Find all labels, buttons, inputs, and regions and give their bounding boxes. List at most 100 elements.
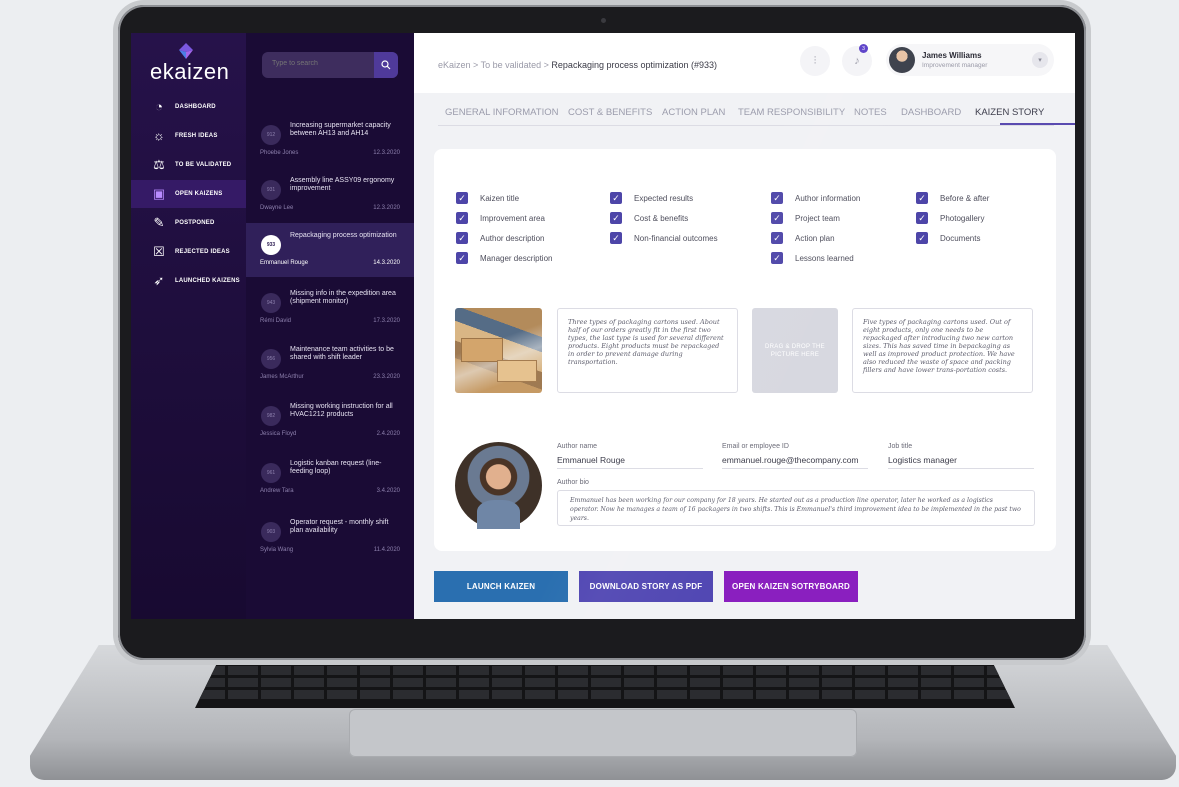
checkbox-checked-icon: ✓: [456, 252, 468, 264]
scales-icon: ⚖: [153, 157, 165, 172]
idea-list-item[interactable]: 903 Operator request - monthly shift pla…: [246, 510, 414, 564]
tab-general-information[interactable]: GENERAL INFORMATION: [445, 107, 558, 118]
chevron-down-icon[interactable]: ▾: [1032, 52, 1048, 68]
breadcrumb-path[interactable]: eKaizen > To be validated >: [438, 60, 551, 70]
nav-label: POSTPONED: [175, 220, 215, 226]
picture-dropzone[interactable]: DRAG & DROP THE PICTURE HERE: [752, 308, 838, 393]
tab-cost-benefits[interactable]: COST & BENEFITS: [568, 107, 652, 118]
idea-list-item[interactable]: 956 Maintenance team activities to be sh…: [246, 337, 414, 391]
idea-list-item[interactable]: 931 Assembly line ASSY09 ergonomy improv…: [246, 168, 414, 222]
idea-author: Dwayne Lee: [260, 205, 294, 211]
idea-list-item[interactable]: 943 Missing info in the expedition area …: [246, 281, 414, 335]
author-name-field[interactable]: Emmanuel Rouge: [557, 455, 703, 469]
breadcrumb-current: Repackaging process optimization (#933): [551, 60, 718, 70]
tab-notes[interactable]: NOTES: [854, 107, 887, 118]
search-icon: [381, 60, 391, 70]
idea-list-item[interactable]: 961 Logistic kanban request (line-feedin…: [246, 451, 414, 505]
before-description[interactable]: Three types of packaging cartons used. A…: [557, 308, 738, 393]
nav-item-dashboard[interactable]: ◔ DASHBOARD: [131, 93, 246, 121]
search-input[interactable]: [272, 60, 362, 67]
option-label: Author description: [480, 233, 545, 243]
checkbox-checked-icon: ✓: [456, 212, 468, 224]
idea-author: Andrew Tara: [260, 488, 294, 494]
option-project-team[interactable]: ✓ Project team: [771, 212, 840, 224]
launch-kaizen-button[interactable]: LAUNCH KAIZEN: [434, 571, 568, 602]
option-expected-results[interactable]: ✓ Expected results: [610, 192, 693, 204]
option-non-financial-outcomes[interactable]: ✓ Non-financial outcomes: [610, 232, 718, 244]
search-box: [262, 52, 398, 78]
nav-item-rejected-ideas[interactable]: ☒ REJECTED IDEAS: [131, 238, 246, 266]
option-label: Photogallery: [940, 213, 985, 223]
option-before-after[interactable]: ✓ Before & after: [916, 192, 989, 204]
email-field[interactable]: emmanuel.rouge@thecompany.com: [722, 455, 868, 469]
idea-title: Assembly line ASSY09 ergonomy improvemen…: [290, 177, 395, 192]
idea-title: Repackaging process optimization: [290, 232, 397, 239]
checkbox-checked-icon: ✓: [456, 192, 468, 204]
option-photogallery[interactable]: ✓ Photogallery: [916, 212, 984, 224]
kaizen-story-card: ✓ Kaizen title ✓ Improvement area ✓ Author …: [434, 149, 1056, 551]
checkbox-checked-icon: ✓: [916, 212, 928, 224]
idea-title: Logistic kanban request (line-feeding lo…: [290, 460, 382, 475]
user-menu[interactable]: James Williams Improvement manager ▾: [886, 44, 1054, 76]
breadcrumb: eKaizen > To be validated > Repackaging …: [438, 60, 717, 70]
tab-bar: GENERAL INFORMATION COST & BENEFITS ACTI…: [438, 101, 1075, 126]
tab-team-responsibility[interactable]: TEAM RESPONSIBILITY: [738, 107, 845, 118]
option-kaizen-title[interactable]: ✓ Kaizen title: [456, 192, 519, 204]
nav-item-launched-kaizens[interactable]: ➶ LAUNCHED KAIZENS: [131, 267, 246, 295]
option-improvement-area[interactable]: ✓ Improvement area: [456, 212, 545, 224]
option-lessons-learned[interactable]: ✓ Lessons learned: [771, 252, 854, 264]
touch-bar: [262, 660, 942, 664]
nav-label: REJECTED IDEAS: [175, 249, 230, 255]
option-documents[interactable]: ✓ Documents: [916, 232, 980, 244]
nav-label: LAUNCHED KAIZENS: [175, 278, 240, 284]
idea-id-badge: 943: [261, 293, 281, 313]
idea-author: Phoebe Jones: [260, 150, 299, 156]
idea-title: Missing working instruction for all HVAC…: [290, 403, 393, 418]
checkbox-checked-icon: ✓: [771, 192, 783, 204]
tab-action-plan[interactable]: ACTION PLAN: [662, 107, 725, 118]
option-action-plan[interactable]: ✓ Action plan: [771, 232, 835, 244]
idea-list-item[interactable]: 912 Increasing supermarket capacity betw…: [246, 113, 414, 167]
nav-item-postponed[interactable]: ✎ POSTPONED: [131, 209, 246, 237]
camera: [601, 18, 606, 23]
idea-author: Sylvia Wang: [260, 547, 294, 553]
idea-list-item[interactable]: 982 Missing working instruction for all …: [246, 394, 414, 448]
logo-icon: [179, 43, 193, 59]
idea-date: 17.3.2020: [373, 318, 400, 324]
nav-item-to-be-validated[interactable]: ⚖ TO BE VALIDATED: [131, 151, 246, 179]
nav-item-fresh-ideas[interactable]: ☼ FRESH IDEAS: [131, 122, 246, 150]
nav-label: FRESH IDEAS: [175, 133, 218, 139]
tab-kaizen-story[interactable]: KAIZEN STORY: [975, 107, 1044, 118]
after-description[interactable]: Five types of packaging cartons used. Ou…: [852, 308, 1033, 393]
checkbox-checked-icon: ✓: [771, 232, 783, 244]
download-story-pdf-button[interactable]: DOWNLOAD STORY AS PDF: [579, 571, 713, 602]
checkbox-checked-icon: ✓: [610, 212, 622, 224]
nav-item-open-kaizens[interactable]: ▣ OPEN KAIZENS: [131, 180, 246, 208]
author-shirt: [477, 500, 520, 529]
open-storyboard-button[interactable]: OPEN KAIZEN SOTRYBOARD: [724, 571, 858, 602]
option-cost-benefits[interactable]: ✓ Cost & benefits: [610, 212, 688, 224]
idea-id-badge: 982: [261, 406, 281, 426]
nav-label: OPEN KAIZENS: [175, 191, 223, 197]
idea-date: 11.4.2020: [373, 547, 400, 553]
nav-label: TO BE VALIDATED: [175, 162, 232, 168]
idea-date: 23.3.2020: [373, 374, 400, 380]
idea-id-badge: 912: [261, 125, 281, 145]
author-bio-field[interactable]: Emmanuel has been working for our compan…: [557, 490, 1035, 526]
before-photo[interactable]: [455, 308, 542, 393]
idea-id-badge: 933: [261, 235, 281, 255]
carton-image: [461, 338, 503, 362]
rocket-icon: ➶: [153, 273, 165, 288]
job-title-field[interactable]: Logistics manager: [888, 455, 1034, 469]
option-author-description[interactable]: ✓ Author description: [456, 232, 544, 244]
idea-list-item-selected[interactable]: 933 Repackaging process optimization Emm…: [246, 223, 414, 277]
notifications-button[interactable]: ♪ 3: [842, 44, 872, 76]
idea-id-badge: 903: [261, 522, 281, 542]
idea-title: Operator request - monthly shift plan av…: [290, 519, 389, 534]
filter-button[interactable]: ⫶: [800, 46, 830, 76]
search-button[interactable]: [374, 52, 398, 78]
option-manager-description[interactable]: ✓ Manager description: [456, 252, 552, 264]
option-author-information[interactable]: ✓ Author information: [771, 192, 860, 204]
tab-dashboard[interactable]: DASHBOARD: [901, 107, 961, 118]
idea-date: 2.4.2020: [376, 431, 400, 437]
